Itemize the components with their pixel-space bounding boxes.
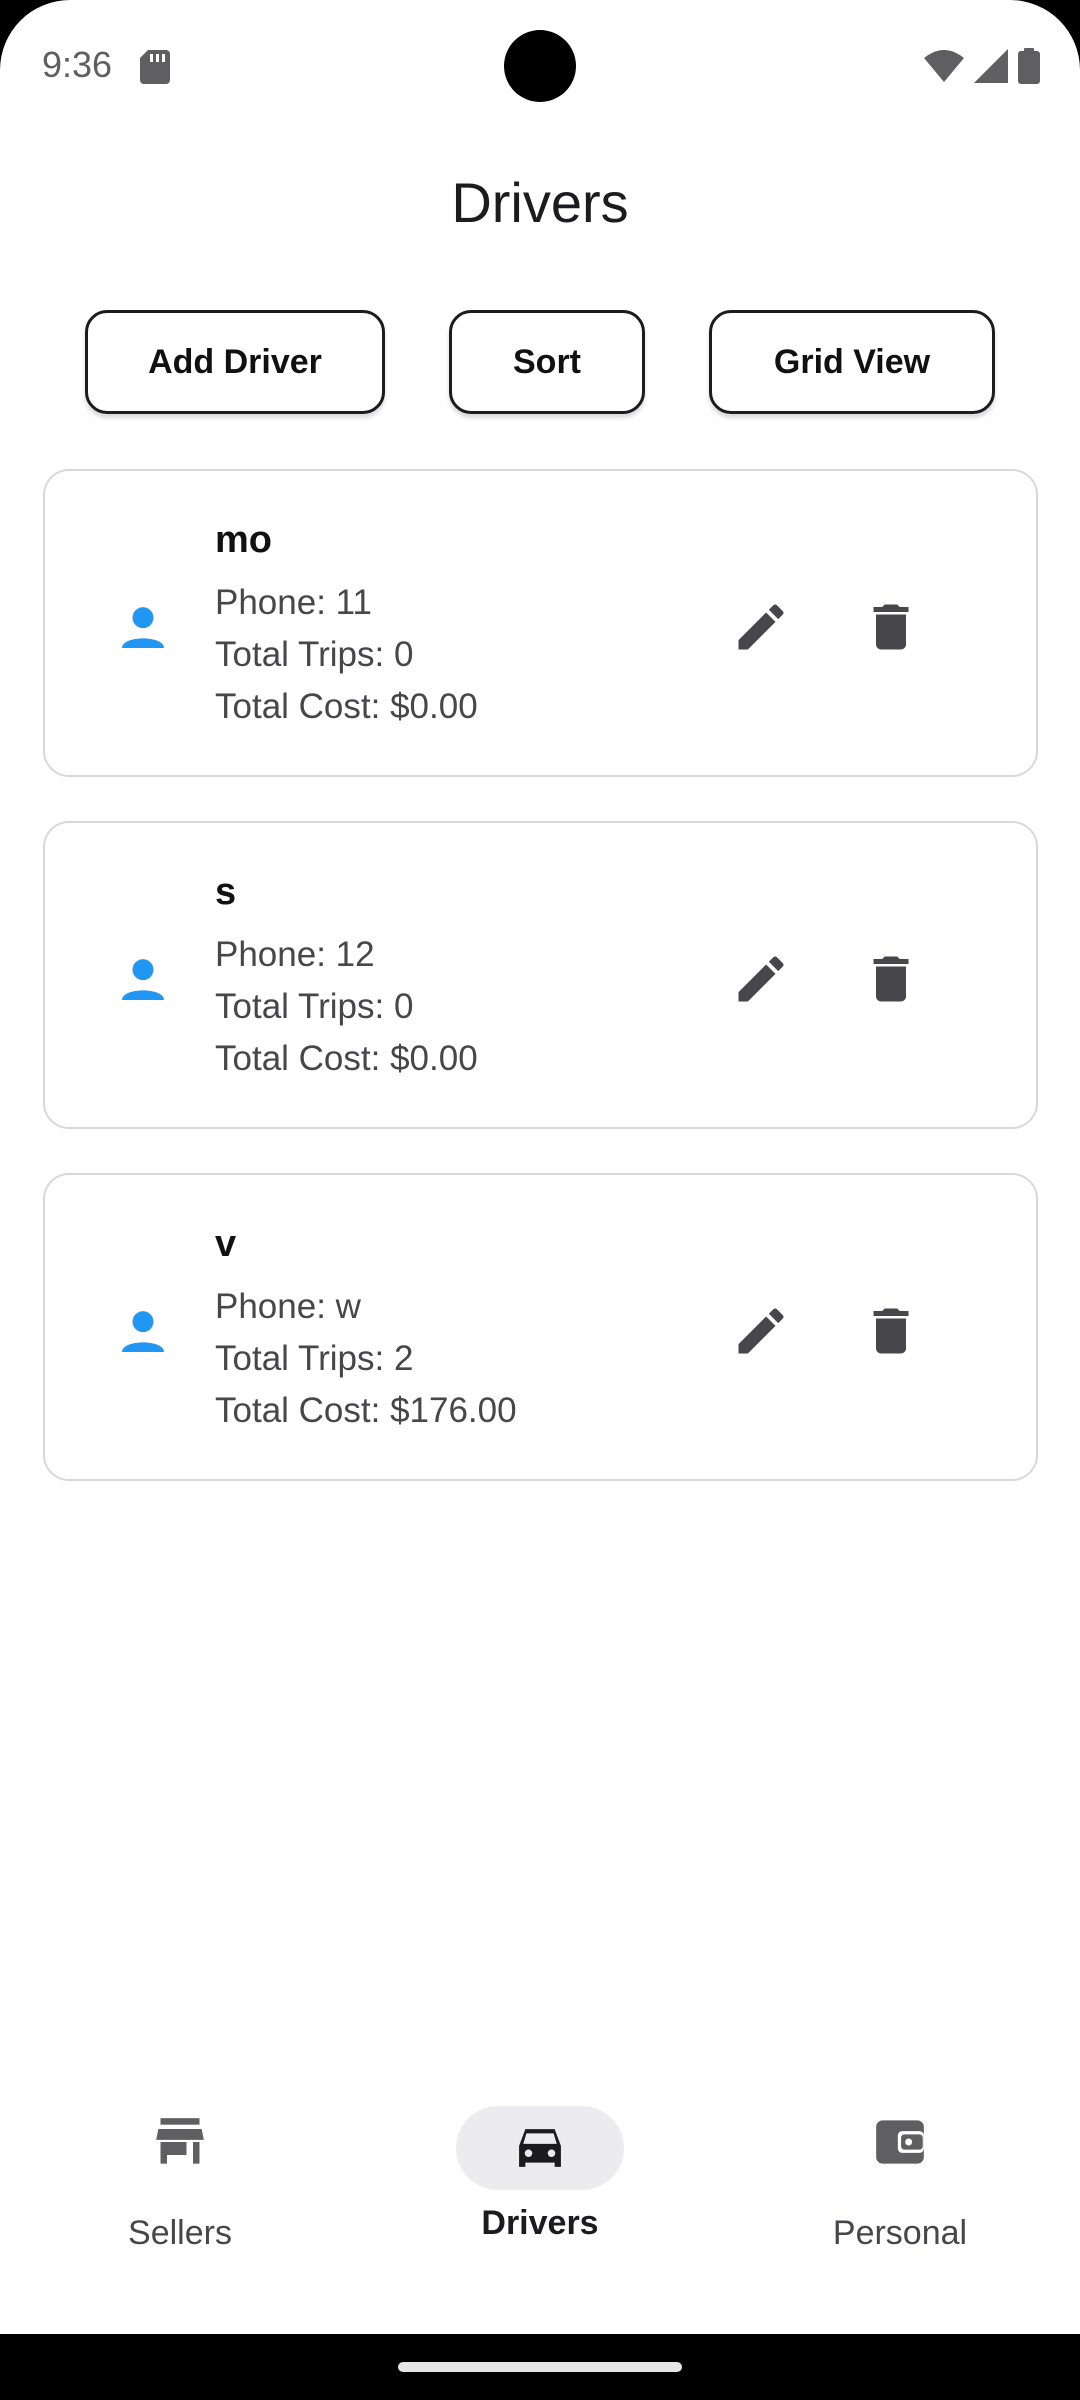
status-bar: 9:36: [0, 0, 1080, 130]
sort-button[interactable]: Sort: [449, 310, 645, 414]
driver-total-cost: Total Cost: $0.00: [215, 1039, 478, 1078]
driver-phone: Phone: 12: [215, 935, 375, 974]
person-icon: [122, 607, 164, 648]
edit-icon[interactable]: [731, 597, 791, 657]
driver-card[interactable]: v Phone: w Total Trips: 2 Total Cost: $1…: [43, 1173, 1038, 1481]
edit-icon[interactable]: [731, 1301, 791, 1361]
driver-phone: Phone: w: [215, 1287, 361, 1326]
bottom-navigation: Sellers Drivers Personal: [0, 2066, 1080, 2334]
driver-total-cost: Total Cost: $0.00: [215, 687, 478, 726]
edit-icon[interactable]: [731, 949, 791, 1009]
store-icon: [130, 2114, 230, 2170]
signal-icon: [974, 49, 1008, 83]
driver-name: mo: [215, 519, 272, 561]
driver-total-trips: Total Trips: 0: [215, 635, 414, 674]
wallet-icon: [850, 2114, 950, 2170]
status-icons: [924, 48, 1040, 84]
delete-icon[interactable]: [861, 949, 921, 1009]
driver-phone: Phone: 11: [215, 583, 372, 622]
page-title: Drivers: [451, 171, 629, 234]
camera-cutout: [504, 30, 576, 102]
person-icon: [122, 959, 164, 1000]
battery-icon: [1018, 48, 1040, 84]
add-driver-button[interactable]: Add Driver: [85, 310, 385, 414]
nav-label-sellers: Sellers: [128, 2214, 232, 2252]
nav-label-drivers: Drivers: [481, 2204, 599, 2242]
driver-card[interactable]: s Phone: 12 Total Trips: 0 Total Cost: $…: [43, 821, 1038, 1129]
delete-icon[interactable]: [861, 1301, 921, 1361]
driver-name: s: [215, 871, 237, 913]
driver-total-trips: Total Trips: 0: [215, 987, 414, 1026]
car-icon: [456, 2106, 624, 2190]
status-time: 9:36: [42, 44, 113, 85]
driver-card[interactable]: mo Phone: 11 Total Trips: 0 Total Cost: …: [43, 469, 1038, 777]
driver-name: v: [215, 1223, 237, 1265]
person-icon: [122, 1311, 164, 1352]
driver-total-cost: Total Cost: $176.00: [215, 1391, 517, 1430]
sd-card-icon: [140, 50, 170, 84]
wifi-icon: [924, 50, 964, 82]
nav-item-sellers[interactable]: Sellers: [0, 2066, 360, 2266]
nav-label-personal: Personal: [832, 2214, 968, 2252]
delete-icon[interactable]: [861, 597, 921, 657]
driver-total-trips: Total Trips: 2: [215, 1339, 414, 1378]
nav-item-drivers[interactable]: Drivers: [360, 2066, 720, 2266]
grid-view-button[interactable]: Grid View: [709, 310, 995, 414]
nav-item-personal[interactable]: Personal: [720, 2066, 1080, 2266]
home-indicator[interactable]: [398, 2362, 682, 2372]
app-screen: 9:36 Drivers Add Driver Sort Grid View m…: [0, 0, 1080, 2334]
